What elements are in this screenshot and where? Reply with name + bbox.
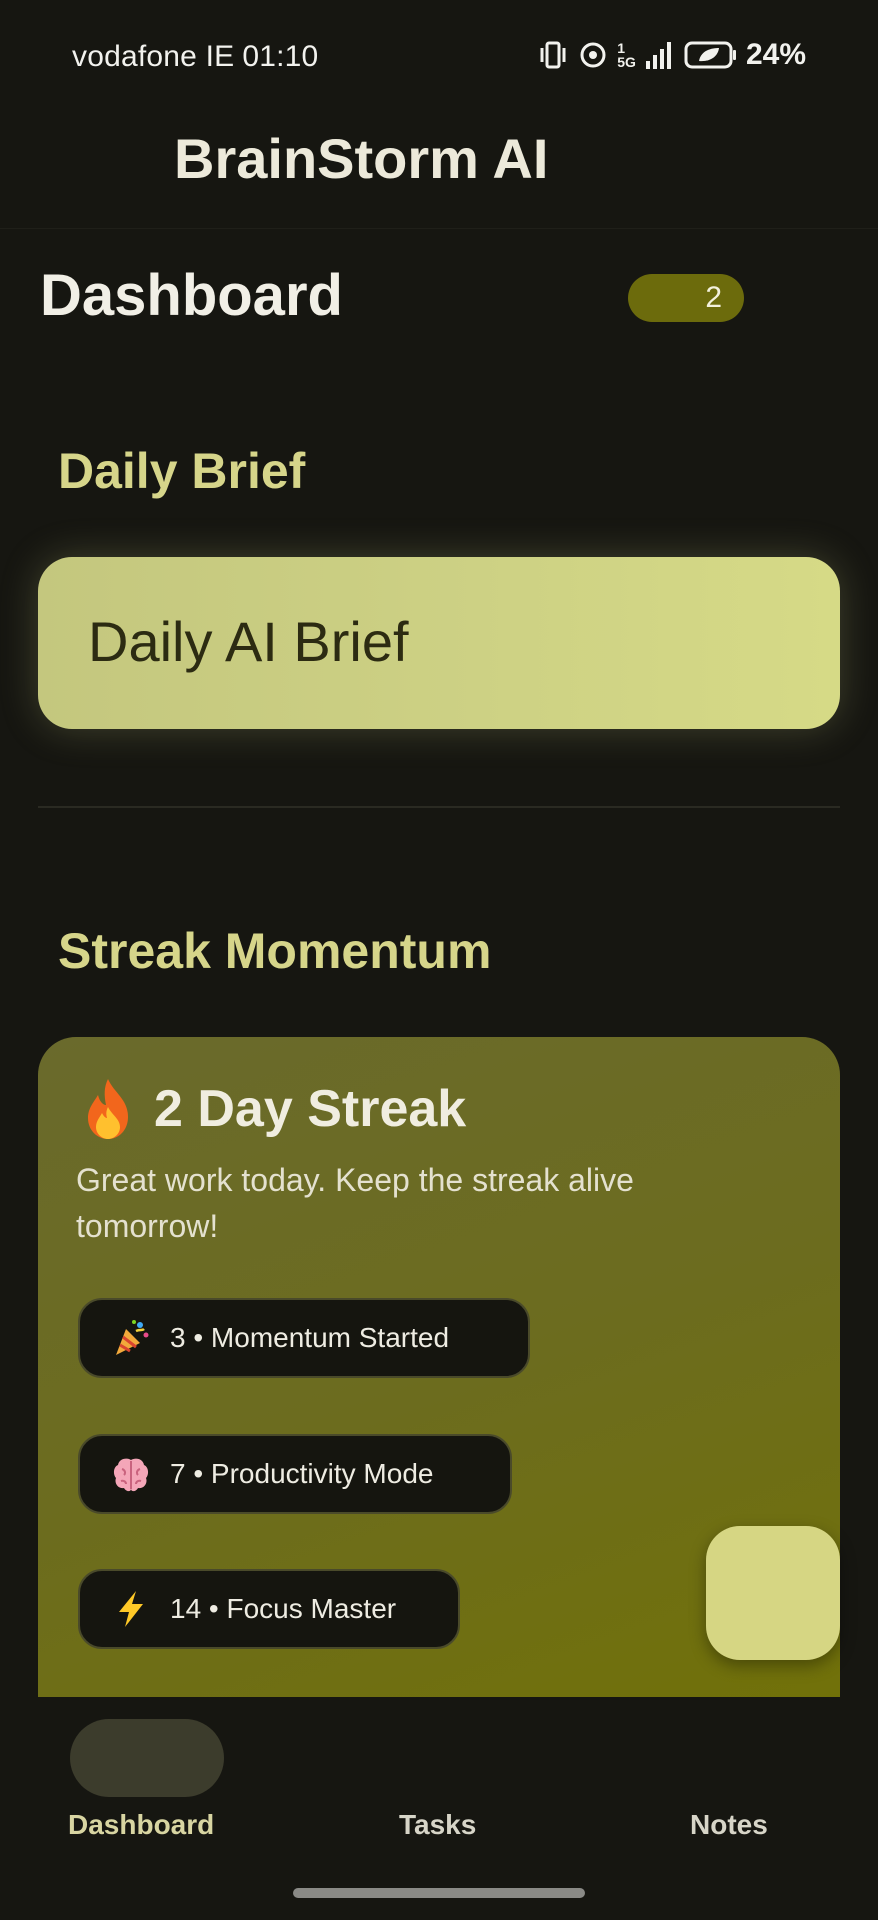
- network-type: 1 5G: [617, 41, 636, 69]
- streak-title: 2 Day Streak: [154, 1080, 467, 1138]
- status-left: vodafone IE 01:10: [72, 40, 326, 74]
- battery-level: 24%: [745, 38, 806, 71]
- carrier-name: vodafone IE: [72, 40, 235, 73]
- brain-icon: [113, 1458, 149, 1492]
- vibrate-icon: [540, 41, 566, 69]
- floating-action-button[interactable]: [706, 1526, 840, 1660]
- lightning-icon: [119, 1591, 143, 1627]
- sim-label: 1: [617, 40, 626, 56]
- daily-brief-heading: Daily Brief: [58, 443, 306, 499]
- signal-icon: [645, 42, 671, 69]
- network-label: 5G: [617, 54, 636, 70]
- milestone-chip[interactable]: 14 • Focus Master: [78, 1569, 460, 1649]
- home-indicator[interactable]: [293, 1888, 585, 1898]
- milestone-label: 14 • Focus Master: [170, 1593, 397, 1624]
- streak-title-row: 2 Day Streak: [80, 1077, 466, 1141]
- bottom-navigation: Dashboard Tasks Notes: [0, 1697, 878, 1920]
- milestone-chip[interactable]: 7 • Productivity Mode: [78, 1434, 512, 1514]
- streak-momentum-heading: Streak Momentum: [58, 923, 492, 979]
- party-popper-icon: [116, 1320, 149, 1355]
- clock: 01:10: [242, 40, 319, 73]
- status-bar: vodafone IE 01:10 1 5G 24%: [0, 0, 878, 118]
- milestone-label: 3 • Momentum Started: [170, 1322, 450, 1353]
- nav-active-indicator[interactable]: [70, 1719, 224, 1797]
- page-title: Dashboard: [40, 263, 343, 328]
- streak-subtitle: Great work today. Keep the streak alive …: [76, 1162, 634, 1244]
- section-divider: [38, 806, 840, 808]
- notification-count-badge[interactable]: 2: [628, 274, 744, 322]
- hotspot-icon: [580, 42, 606, 68]
- status-right: 1 5G 24%: [537, 38, 806, 72]
- badge-count: 2: [705, 281, 722, 314]
- nav-item-notes[interactable]: Notes: [690, 1809, 768, 1841]
- milestone-label: 7 • Productivity Mode: [170, 1458, 434, 1489]
- app-title: BrainStorm AI: [174, 127, 549, 190]
- header-divider: [0, 228, 878, 229]
- fire-icon: [88, 1079, 128, 1139]
- nav-item-tasks[interactable]: Tasks: [399, 1809, 476, 1841]
- battery-saver-icon: [684, 41, 736, 69]
- milestone-chip[interactable]: 3 • Momentum Started: [78, 1298, 530, 1378]
- daily-ai-brief-title: Daily AI Brief: [88, 610, 409, 673]
- nav-item-dashboard[interactable]: Dashboard: [68, 1809, 214, 1841]
- daily-ai-brief-card[interactable]: Daily AI Brief: [38, 557, 840, 729]
